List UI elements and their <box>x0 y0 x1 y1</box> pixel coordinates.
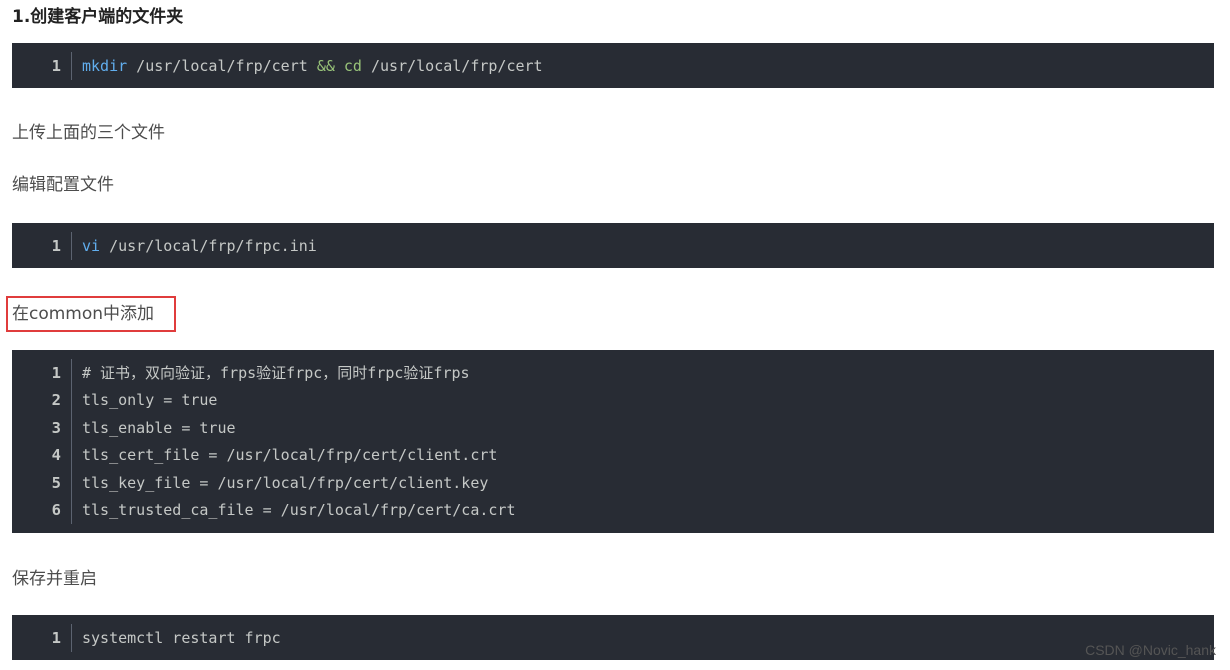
code-text: tls_only = true <box>82 391 218 410</box>
code-line: 1 vi /usr/local/frp/frpc.ini <box>12 232 1214 260</box>
code-line: 4 tls_cert_file = /usr/local/frp/cert/cl… <box>12 441 1214 469</box>
line-number: 6 <box>12 496 72 524</box>
code-text: tls_trusted_ca_file = /usr/local/frp/cer… <box>82 501 516 520</box>
code-block-systemctl[interactable]: 1 systemctl restart frpc <box>12 615 1214 660</box>
edit-config-text: 编辑配置文件 <box>12 175 114 195</box>
add-in-common-text: 在common中添加 <box>12 304 155 324</box>
line-number: 1 <box>12 232 72 260</box>
code-line: 1 mkdir /usr/local/frp/cert && cd /usr/l… <box>12 52 1214 80</box>
line-number: 5 <box>12 469 72 497</box>
code-block-tls-config[interactable]: 1 # 证书，双向验证，frps验证frpc，同时frpc验证frps 2 tl… <box>12 350 1214 533</box>
code-line: 2 tls_only = true <box>12 386 1214 414</box>
code-text: tls_cert_file = /usr/local/frp/cert/clie… <box>82 446 498 465</box>
code-text: tls_key_file = /usr/local/frp/cert/clien… <box>82 473 489 492</box>
code-text: systemctl restart frpc <box>82 628 281 647</box>
section-heading: 1.创建客户端的文件夹 <box>12 7 184 27</box>
line-number: 1 <box>12 624 72 652</box>
code-text: vi /usr/local/frp/frpc.ini <box>82 236 317 255</box>
code-text: # 证书，双向验证，frps验证frpc，同时frpc验证frps <box>82 364 470 383</box>
code-line: 1 # 证书，双向验证，frps验证frpc，同时frpc验证frps <box>12 359 1214 387</box>
upload-text: 上传上面的三个文件 <box>12 123 165 143</box>
code-block-mkdir[interactable]: 1 mkdir /usr/local/frp/cert && cd /usr/l… <box>12 43 1214 88</box>
code-line: 5 tls_key_file = /usr/local/frp/cert/cli… <box>12 469 1214 497</box>
code-text: tls_enable = true <box>82 418 236 437</box>
line-number: 4 <box>12 441 72 469</box>
code-line: 3 tls_enable = true <box>12 414 1214 442</box>
line-number: 2 <box>12 386 72 414</box>
line-number: 3 <box>12 414 72 442</box>
line-number: 1 <box>12 52 72 80</box>
save-restart-text: 保存并重启 <box>12 569 97 589</box>
code-line: 1 systemctl restart frpc <box>12 624 1214 652</box>
line-number: 1 <box>12 359 72 387</box>
code-text: mkdir /usr/local/frp/cert && cd /usr/loc… <box>82 56 543 75</box>
code-line: 6 tls_trusted_ca_file = /usr/local/frp/c… <box>12 496 1214 524</box>
watermark: CSDN @Novic_hank <box>1085 642 1216 658</box>
code-block-vi[interactable]: 1 vi /usr/local/frp/frpc.ini <box>12 223 1214 268</box>
